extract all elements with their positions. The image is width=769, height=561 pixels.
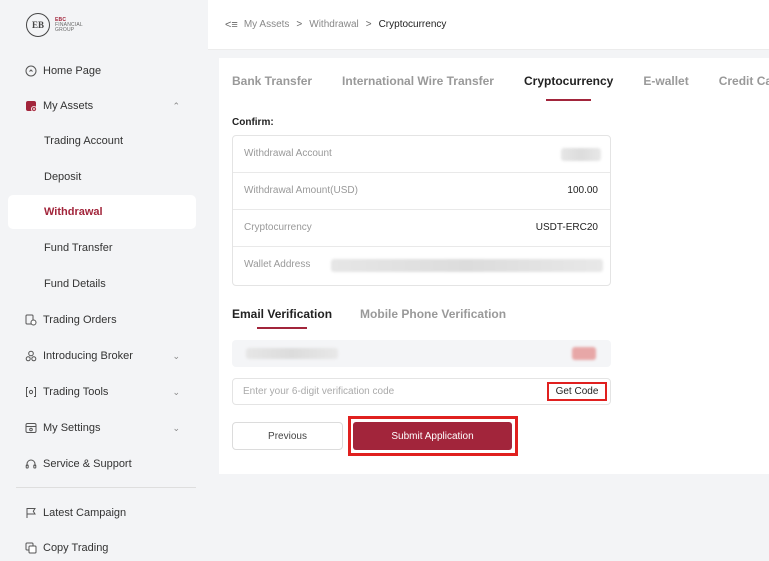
get-code-button[interactable]: Get Code	[547, 382, 607, 401]
sidebar-item-label: Fund Details	[44, 278, 106, 290]
previous-button[interactable]: Previous	[232, 422, 343, 450]
breadcrumb: <≡ My Assets > Withdrawal > Cryptocurren…	[208, 0, 769, 50]
sidebar-item-copy-trading[interactable]: Copy Trading	[8, 531, 196, 561]
logo-text: EBC FINANCIAL GROUP	[55, 16, 83, 33]
confirm-row-withdrawal-amount: Withdrawal Amount(USD) 100.00	[233, 173, 610, 210]
sidebar-item-introducing-broker[interactable]: Introducing Broker ⌄	[8, 339, 196, 373]
sidebar-item-label: Withdrawal	[44, 206, 103, 218]
sidebar-item-trading-orders[interactable]: Trading Orders	[8, 303, 196, 337]
confirm-details: Withdrawal Account Withdrawal Amount(USD…	[232, 135, 611, 286]
sidebar-item-label: Introducing Broker	[43, 350, 133, 362]
row-value: USDT-ERC20	[535, 222, 598, 233]
row-label: Wallet Address	[244, 259, 311, 270]
sidebar-item-label: My Assets	[43, 100, 94, 112]
withdrawal-card: Bank Transfer International Wire Transfe…	[219, 58, 769, 474]
tab-e-wallet[interactable]: E-wallet	[643, 74, 688, 94]
redacted-wallet-address	[331, 259, 603, 272]
tab-email-verification[interactable]: Email Verification	[232, 307, 332, 329]
row-label: Withdrawal Account	[244, 148, 332, 159]
breadcrumb-item-withdrawal[interactable]: Withdrawal	[309, 19, 358, 30]
email-display-field	[232, 340, 611, 367]
logo[interactable]: EB EBC FINANCIAL GROUP	[26, 13, 83, 37]
app-root: EB EBC FINANCIAL GROUP Home Page My Asse…	[0, 0, 769, 561]
sidebar-item-label: Copy Trading	[43, 542, 109, 554]
row-value: 100.00	[567, 185, 598, 196]
confirm-row-wallet-address: Wallet Address	[233, 247, 610, 284]
sidebar-item-label: Latest Campaign	[43, 507, 127, 519]
breadcrumb-item-my-assets[interactable]: My Assets	[244, 19, 290, 30]
row-label: Cryptocurrency	[244, 222, 312, 233]
sidebar-item-home[interactable]: Home Page	[8, 54, 196, 88]
confirm-title: Confirm:	[232, 117, 274, 128]
confirm-row-withdrawal-account: Withdrawal Account	[233, 136, 610, 173]
tab-bank-transfer[interactable]: Bank Transfer	[232, 74, 312, 94]
submit-application-button[interactable]: Submit Application	[353, 422, 512, 450]
sidebar: EB EBC FINANCIAL GROUP Home Page My Asse…	[0, 0, 208, 561]
logo-mark: EB	[26, 13, 50, 37]
chevron-down-icon: ⌄	[172, 422, 180, 433]
sidebar-item-my-assets[interactable]: My Assets ⌃	[8, 89, 196, 123]
chevron-down-icon: ⌄	[172, 350, 180, 361]
sidebar-item-label: My Settings	[43, 422, 101, 434]
sidebar-item-label: Trading Tools	[43, 386, 109, 398]
support-icon	[25, 458, 37, 470]
sidebar-item-trading-tools[interactable]: Trading Tools ⌄	[8, 375, 196, 409]
chevron-down-icon: ⌄	[172, 386, 180, 397]
withdrawal-method-tabs: Bank Transfer International Wire Transfe…	[232, 74, 769, 101]
sidebar-item-service-support[interactable]: Service & Support	[8, 447, 196, 481]
home-icon	[25, 65, 37, 77]
sidebar-item-label: Service & Support	[43, 458, 132, 470]
redacted-email	[246, 348, 338, 359]
sidebar-item-my-settings[interactable]: My Settings ⌄	[8, 411, 196, 445]
redacted-email-badge	[572, 347, 596, 360]
sidebar-item-label: Deposit	[44, 171, 82, 183]
tab-credit-card[interactable]: Credit Card	[719, 74, 769, 94]
sidebar-item-latest-campaign[interactable]: Latest Campaign	[8, 496, 196, 530]
settings-icon	[25, 422, 37, 434]
campaign-icon	[25, 507, 37, 519]
row-label: Withdrawal Amount(USD)	[244, 185, 358, 196]
orders-icon	[25, 314, 37, 326]
sidebar-item-deposit[interactable]: Deposit	[8, 160, 196, 194]
sidebar-divider	[16, 487, 196, 488]
sidebar-item-trading-account[interactable]: Trading Account	[8, 124, 196, 158]
tab-international-wire-transfer[interactable]: International Wire Transfer	[342, 74, 494, 94]
sidebar-item-label: Home Page	[43, 65, 102, 77]
sidebar-item-withdrawal[interactable]: Withdrawal	[8, 195, 196, 229]
sidebar-item-fund-details[interactable]: Fund Details	[8, 267, 196, 301]
chevron-up-icon: ⌃	[172, 100, 180, 111]
tools-icon	[25, 386, 37, 398]
confirm-row-cryptocurrency: Cryptocurrency USDT-ERC20	[233, 210, 610, 247]
broker-icon	[25, 350, 37, 362]
verification-code-input[interactable]	[243, 379, 533, 404]
menu-collapse-icon[interactable]: <≡	[225, 19, 238, 31]
assets-icon	[25, 100, 37, 112]
redacted-account	[561, 148, 601, 161]
sidebar-item-label: Fund Transfer	[44, 242, 113, 254]
tab-mobile-phone-verification[interactable]: Mobile Phone Verification	[360, 307, 506, 321]
sidebar-item-label: Trading Account	[44, 135, 124, 147]
breadcrumb-item-current: Cryptocurrency	[378, 19, 447, 30]
copy-trading-icon	[25, 542, 37, 554]
sidebar-item-fund-transfer[interactable]: Fund Transfer	[8, 231, 196, 265]
breadcrumb-separator-icon: >	[365, 19, 372, 30]
verification-tabs: Email Verification Mobile Phone Verifica…	[232, 307, 534, 329]
breadcrumb-separator-icon: >	[296, 19, 303, 30]
sidebar-item-label: Trading Orders	[43, 314, 117, 326]
tab-cryptocurrency[interactable]: Cryptocurrency	[524, 74, 613, 101]
